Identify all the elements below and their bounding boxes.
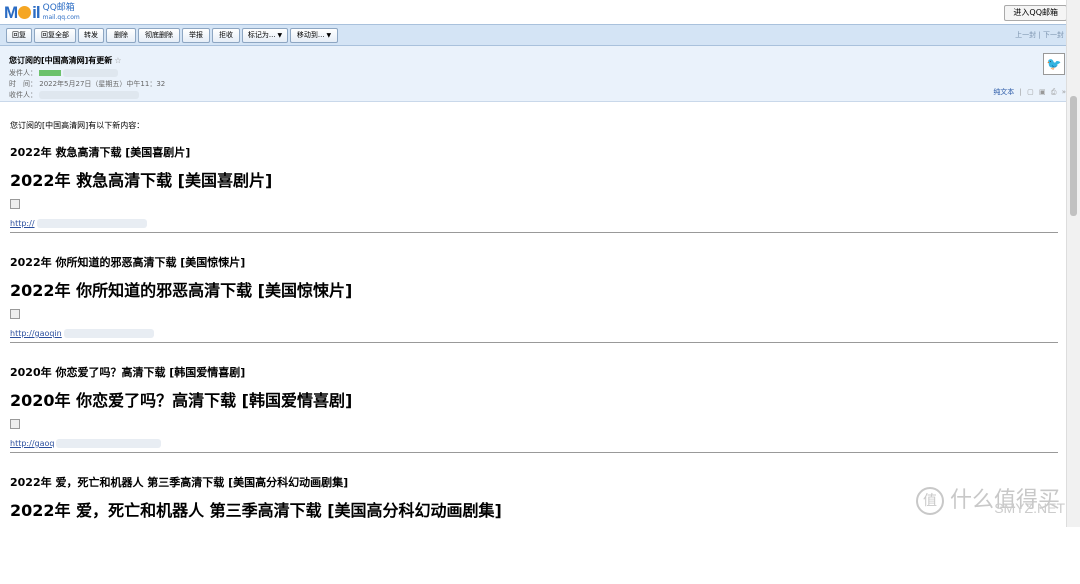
- to-row: 收件人：: [9, 90, 140, 100]
- time-row: 时 间： 2022年5月27日（星期五）中午11：32: [9, 79, 165, 89]
- chevron-down-icon: ▼: [326, 32, 332, 39]
- sender-avatar[interactable]: 🐦: [1043, 53, 1065, 75]
- next-mail-link[interactable]: 下一封: [1043, 31, 1064, 39]
- report-button[interactable]: 举报: [182, 28, 210, 43]
- logo-cn: QQ邮箱: [42, 3, 75, 13]
- reject-button[interactable]: 拒收: [212, 28, 240, 43]
- entry-small-title: 2022年 爱，死亡和机器人 第三季高清下载 [美国高分科幻动画剧集]: [10, 476, 349, 489]
- broken-image-icon: [10, 199, 20, 209]
- entry-big-title: 2022年 爱，死亡和机器人 第三季高清下载 [美国高分科幻动画剧集]: [10, 501, 502, 520]
- time-label: 时 间：: [9, 80, 37, 88]
- intro-text: 您订阅的[中国高清网]有以下新内容：: [10, 121, 145, 130]
- list-item: 2022年 你所知道的邪恶高清下载 [美国惊悚片] 2022年 你所知道的邪恶高…: [10, 254, 1058, 364]
- logo-mail-text: Mil: [4, 3, 41, 22]
- list-item: 2022年 救急高清下载 [美国喜剧片] 2022年 救急高清下载 [美国喜剧片…: [10, 144, 1058, 254]
- star-icon[interactable]: ☆: [114, 56, 121, 65]
- entry-link[interactable]: http://gaoq: [10, 439, 162, 449]
- to-label: 收件人：: [9, 91, 37, 99]
- divider: [10, 232, 1058, 233]
- entry-big-title: 2022年 你所知道的邪恶高清下载 [美国惊悚片]: [10, 281, 353, 300]
- mark-as-dropdown[interactable]: 标记为... ▼: [242, 28, 288, 43]
- pager: 上一封 | 下一封: [1015, 30, 1064, 40]
- list-item: 2020年 你恋爱了吗？高清下载 [韩国爱情喜剧] 2020年 你恋爱了吗？高清…: [10, 364, 1058, 474]
- from-label: 发件人：: [9, 69, 37, 77]
- permanent-delete-button[interactable]: 彻底删除: [138, 28, 180, 43]
- recipient-redacted: [39, 91, 140, 99]
- from-row: 发件人：: [9, 68, 119, 78]
- entry-small-title: 2022年 你所知道的邪恶高清下载 [美国惊悚片]: [10, 256, 246, 269]
- broken-image-icon: [10, 419, 20, 429]
- time-value: 2022年5月27日（星期五）中午11：32: [39, 80, 166, 88]
- print-icon[interactable]: ⎙: [1051, 88, 1057, 96]
- list-item: 2022年 爱，死亡和机器人 第三季高清下载 [美国高分科幻动画剧集] 2022…: [10, 474, 1058, 584]
- divider: [10, 342, 1058, 343]
- forward-button[interactable]: 转发: [78, 28, 104, 43]
- broken-image-icon: [10, 309, 20, 319]
- separator: |: [1038, 31, 1041, 39]
- link-redacted: [36, 219, 147, 228]
- chevron-down-icon: ▼: [277, 32, 283, 39]
- new-window-icon[interactable]: ▢: [1027, 88, 1034, 96]
- mail-body: 您订阅的[中国高清网]有以下新内容： 2022年 救急高清下载 [美国喜剧片] …: [10, 120, 1058, 584]
- vertical-scrollbar[interactable]: [1066, 0, 1080, 527]
- divider: [10, 452, 1058, 453]
- move-to-label: 移动到...: [296, 31, 325, 39]
- copy-icon[interactable]: ▣: [1039, 88, 1046, 96]
- logo-domain: mail.qq.com: [42, 14, 80, 21]
- mark-as-label: 标记为...: [247, 31, 276, 39]
- link-redacted: [56, 439, 162, 448]
- entry-link[interactable]: http://gaoqin: [10, 329, 154, 339]
- mail-subject: 您订阅的[中国高清网]有更新 ☆: [9, 55, 121, 66]
- watermark-sub: SMYZ.NET: [994, 500, 1065, 516]
- reply-all-button[interactable]: 回复全部: [34, 28, 76, 43]
- mail-toolbar: 回复 回复全部 转发 删除 彻底删除 举报 拒收 标记为... ▼ 移动到... ▼…: [0, 24, 1080, 46]
- link-redacted: [63, 329, 154, 338]
- qq-mail-logo[interactable]: Mil QQ邮箱 mail.qq.com: [4, 4, 80, 22]
- enter-qq-mail-button[interactable]: 进入QQ邮箱: [1004, 5, 1067, 21]
- entry-small-title: 2020年 你恋爱了吗？高清下载 [韩国爱情喜剧]: [10, 366, 246, 379]
- top-bar: Mil QQ邮箱 mail.qq.com 进入QQ邮箱: [0, 0, 1080, 24]
- mail-header: 您订阅的[中国高清网]有更新 ☆ 发件人： 时 间： 2022年5月27日（星期五…: [0, 46, 1080, 102]
- entry-link-text[interactable]: http://gaoqin: [10, 329, 62, 338]
- entry-link-text[interactable]: http://gaoq: [10, 439, 54, 448]
- header-tools: 纯文本 | ▢ ▣ ⎙ »: [993, 87, 1066, 97]
- separator: |: [1019, 88, 1022, 96]
- plain-text-link[interactable]: 纯文本: [993, 88, 1014, 96]
- subject-text: 您订阅的[中国高清网]有更新: [9, 56, 113, 65]
- prev-mail-link[interactable]: 上一封: [1015, 31, 1036, 39]
- entry-link[interactable]: http://: [10, 219, 147, 229]
- entry-big-title: 2022年 救急高清下载 [美国喜剧片]: [10, 171, 273, 190]
- sender-name-redacted: [39, 70, 62, 76]
- watermark-logo-icon: 值: [915, 487, 944, 515]
- scrollbar-thumb[interactable]: [1070, 96, 1077, 216]
- entry-small-title: 2022年 救急高清下载 [美国喜剧片]: [10, 146, 191, 159]
- delete-button[interactable]: 删除: [106, 28, 136, 43]
- sender-address-redacted: [63, 69, 119, 77]
- reply-button[interactable]: 回复: [6, 28, 32, 43]
- move-to-dropdown[interactable]: 移动到... ▼: [290, 28, 338, 43]
- entry-big-title: 2020年 你恋爱了吗？高清下载 [韩国爱情喜剧]: [10, 391, 353, 410]
- entry-link-text[interactable]: http://: [10, 219, 35, 228]
